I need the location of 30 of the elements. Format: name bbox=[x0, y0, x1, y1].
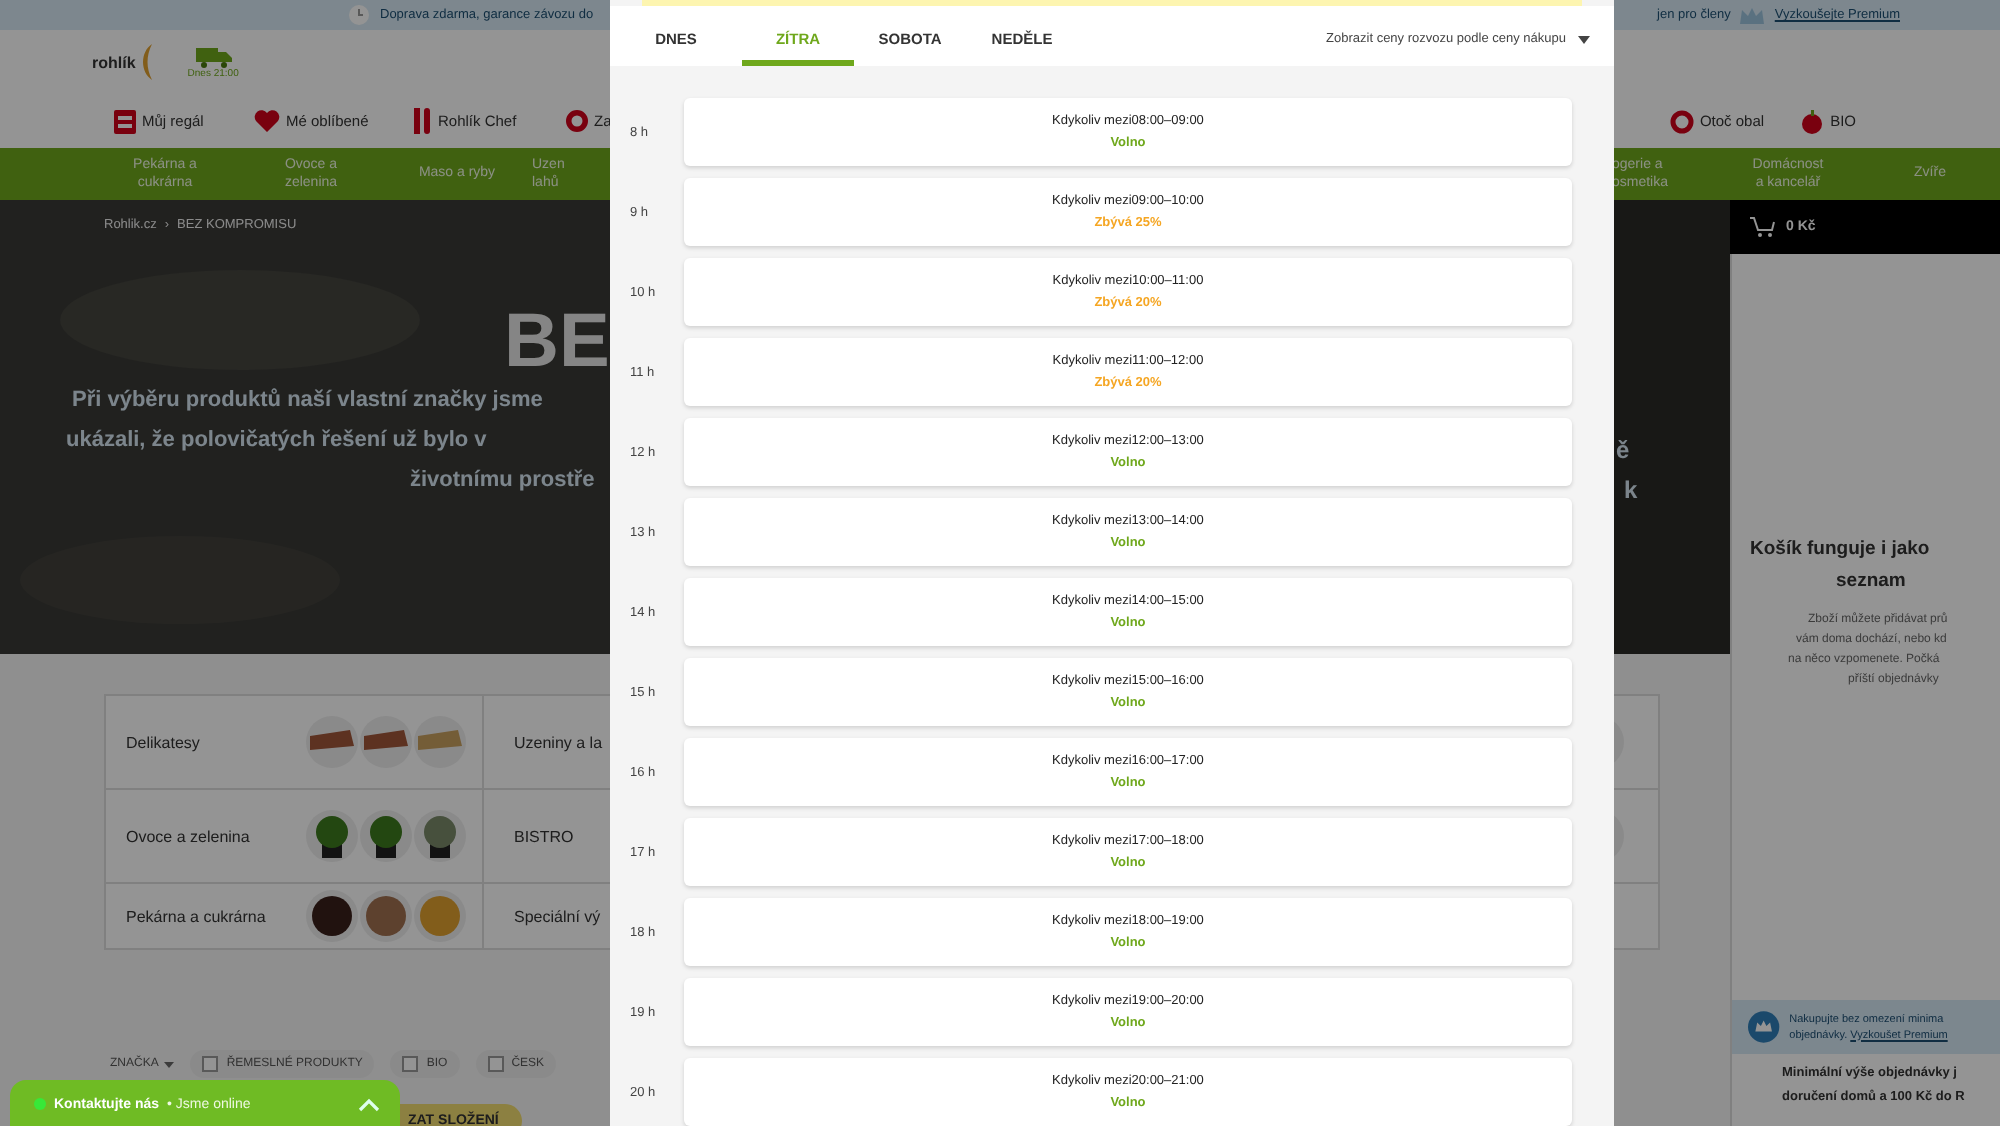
hero-text: Při výběru produktů naší vlastní značky jsme bbox=[72, 388, 543, 412]
hero-title: BE bbox=[504, 300, 610, 384]
cart-heading: Košík funguje i jako bbox=[1748, 536, 1932, 564]
hero-text: životnímu prostře bbox=[410, 468, 595, 492]
category-name[interactable]: Ovoce a zelenina bbox=[106, 827, 306, 845]
clock-icon bbox=[348, 4, 370, 26]
crown-icon bbox=[1748, 1010, 1780, 1044]
cart-heading: seznam bbox=[1834, 568, 1908, 596]
category-name[interactable]: Pekárna a cukrárna bbox=[106, 907, 306, 925]
category-name[interactable]: BISTRO bbox=[514, 827, 574, 845]
logo[interactable]: rohlík bbox=[92, 44, 160, 80]
hero-text: ukázali, že polovičatých řešení už bylo v bbox=[66, 428, 487, 452]
hero-text: ě bbox=[1616, 436, 1630, 464]
lifebuoy-icon bbox=[566, 110, 588, 132]
online-dot bbox=[34, 1098, 46, 1110]
recycle-icon bbox=[1669, 109, 1694, 133]
caret-icon bbox=[164, 1061, 175, 1067]
caret-icon bbox=[1578, 35, 1590, 44]
category-name[interactable]: Uzeniny a la bbox=[514, 733, 603, 751]
shelf-icon bbox=[114, 109, 136, 133]
category-name[interactable]: Speciální vý bbox=[514, 907, 601, 925]
category-name[interactable]: Delikatesy bbox=[106, 733, 306, 751]
truck-icon bbox=[195, 45, 232, 67]
hero-text: k bbox=[1624, 476, 1638, 504]
apple-icon bbox=[1800, 109, 1825, 133]
crown-icon bbox=[1740, 7, 1765, 23]
chevron-up-icon bbox=[358, 1097, 380, 1111]
cart-icon bbox=[1750, 216, 1776, 238]
heart-icon bbox=[254, 110, 280, 132]
cutlery-icon bbox=[414, 108, 432, 134]
